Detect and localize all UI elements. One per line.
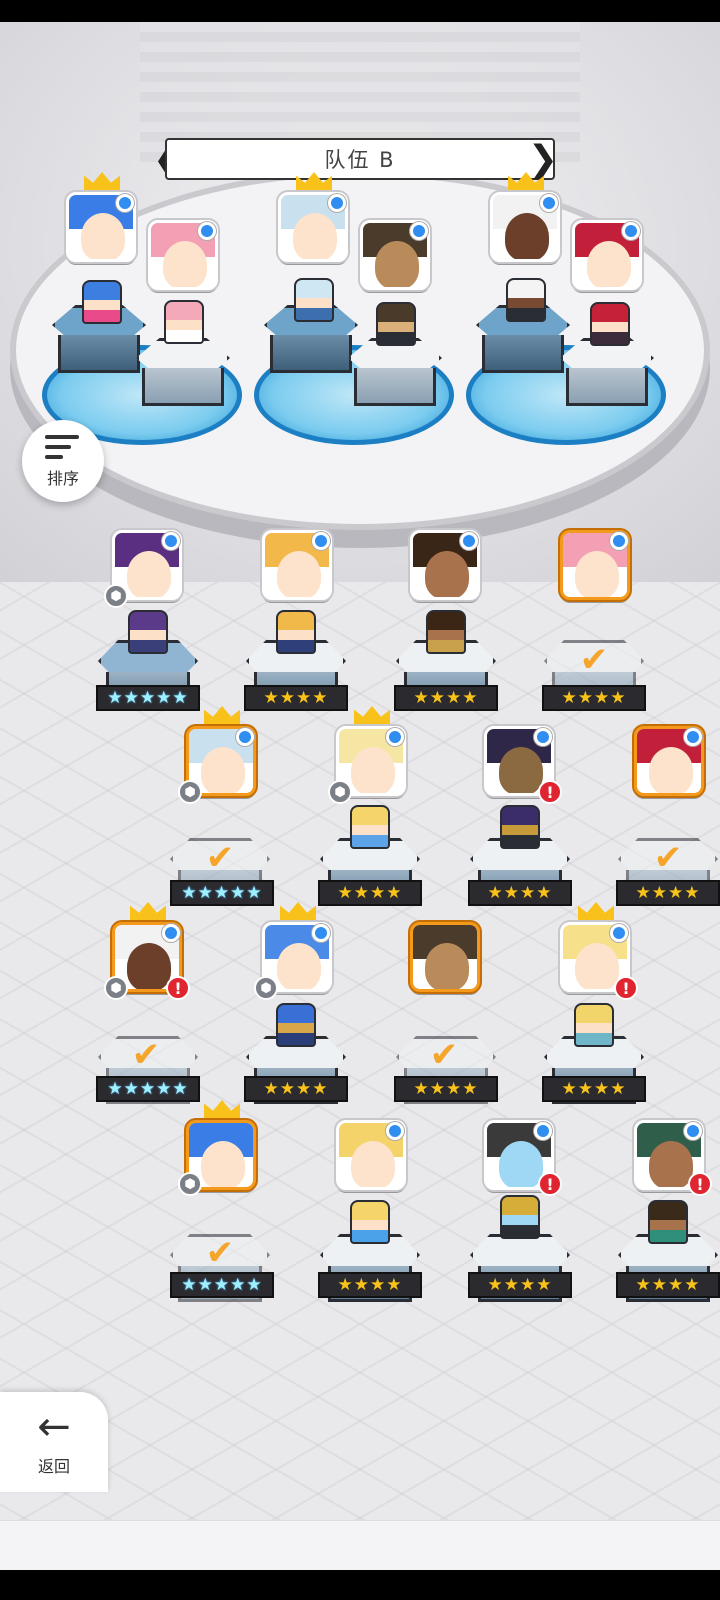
leader-crown-icon	[204, 1100, 240, 1118]
back-button[interactable]: ← 返回	[0, 1392, 108, 1492]
awaken-cube-icon: ⬢	[178, 780, 202, 804]
leader-crown-icon	[354, 706, 390, 724]
roster-sprite	[648, 1200, 688, 1244]
awaken-cube-icon: ⬢	[104, 584, 128, 608]
team-title-banner: 队伍 B	[165, 138, 555, 180]
info-dot	[460, 532, 478, 550]
leader-crown-icon	[578, 902, 614, 920]
awaken-cube-icon: ⬢	[104, 976, 128, 1000]
info-dot	[410, 222, 428, 240]
info-dot	[684, 1122, 702, 1140]
unit-sprite-white-hair-leader[interactable]	[506, 278, 546, 322]
info-dot	[534, 728, 552, 746]
roster-sprite	[500, 1195, 540, 1239]
star-rating: ★★★★	[318, 880, 422, 906]
leader-crown-icon	[130, 902, 166, 920]
arrow-left-icon: ←	[37, 1404, 71, 1450]
roster-portrait-dark-hooded-rogue[interactable]	[410, 922, 480, 992]
unit-sprite-blue-hair-leader[interactable]	[82, 280, 122, 324]
roster-sprite	[276, 1003, 316, 1047]
roster-sprite	[276, 610, 316, 654]
star-rating: ★★★★★	[96, 685, 200, 711]
sort-button[interactable]: 排序	[22, 420, 104, 502]
star-rating: ★★★★	[542, 685, 646, 711]
info-dot	[328, 194, 346, 212]
info-dot	[610, 532, 628, 550]
star-rating: ★★★★	[394, 1076, 498, 1102]
sort-descending-icon	[45, 433, 81, 461]
info-dot	[116, 194, 134, 212]
formation-pedestal	[560, 338, 654, 412]
info-dot	[534, 1122, 552, 1140]
alert-icon: !	[538, 1172, 562, 1196]
star-rating: ★★★★	[244, 1076, 348, 1102]
roster-sprite	[500, 805, 540, 849]
awaken-cube-icon: ⬢	[328, 780, 352, 804]
leader-crown-icon	[280, 902, 316, 920]
leader-crown-icon	[204, 706, 240, 724]
star-rating: ★★★★	[468, 880, 572, 906]
back-label: 返回	[37, 1457, 70, 1476]
awaken-cube-icon: ⬢	[254, 976, 278, 1000]
chevron-right-icon: ❯	[527, 138, 559, 180]
team-title: 队伍 B	[324, 148, 396, 172]
roster-sprite	[128, 610, 168, 654]
roster-sprite	[350, 805, 390, 849]
formation-pedestal	[348, 338, 442, 412]
info-dot	[622, 222, 640, 240]
info-dot	[386, 728, 404, 746]
in-team-check-icon: ✔	[131, 1035, 161, 1075]
alert-icon: !	[538, 780, 562, 804]
unit-sprite-silver-hair-leader[interactable]	[294, 278, 334, 322]
info-dot	[312, 532, 330, 550]
info-dot	[610, 924, 628, 942]
star-rating: ★★★★	[468, 1272, 572, 1298]
navigation-bar	[0, 1570, 720, 1600]
roster-sprite	[350, 1200, 390, 1244]
game-screen: ❮ 队伍 B ❯	[0, 0, 720, 1600]
in-team-check-icon: ✔	[653, 838, 683, 878]
info-dot	[162, 924, 180, 942]
star-rating: ★★★★	[542, 1076, 646, 1102]
alert-icon: !	[688, 1172, 712, 1196]
in-team-check-icon: ✔	[205, 838, 235, 878]
bottom-panel	[0, 1520, 720, 1570]
awaken-cube-icon: ⬢	[178, 1172, 202, 1196]
info-dot	[162, 532, 180, 550]
star-rating: ★★★★★	[170, 1272, 274, 1298]
unit-sprite-red-hair-fighter[interactable]	[590, 302, 630, 346]
alert-icon: !	[614, 976, 638, 1000]
star-rating: ★★★★	[244, 685, 348, 711]
unit-sprite-dark-hooded-rogue[interactable]	[376, 302, 416, 346]
info-dot	[684, 728, 702, 746]
info-dot	[540, 194, 558, 212]
info-dot	[198, 222, 216, 240]
status-bar	[0, 0, 720, 22]
roster-sprite	[574, 1003, 614, 1047]
sort-label: 排序	[46, 469, 79, 488]
next-team-button[interactable]: ❯	[527, 136, 559, 182]
star-rating: ★★★★	[616, 1272, 720, 1298]
info-dot	[236, 728, 254, 746]
info-dot	[386, 1122, 404, 1140]
in-team-check-icon: ✔	[429, 1035, 459, 1075]
star-rating: ★★★★	[616, 880, 720, 906]
formation-pedestal	[136, 338, 230, 412]
info-dot	[312, 924, 330, 942]
star-rating: ★★★★	[318, 1272, 422, 1298]
unit-sprite-pink-hair-maid[interactable]	[164, 300, 204, 344]
roster-sprite	[426, 610, 466, 654]
star-rating: ★★★★	[394, 685, 498, 711]
star-rating: ★★★★★	[170, 880, 274, 906]
in-team-check-icon: ✔	[205, 1233, 235, 1273]
star-rating: ★★★★★	[96, 1076, 200, 1102]
alert-icon: !	[166, 976, 190, 1000]
in-team-check-icon: ✔	[579, 640, 609, 680]
